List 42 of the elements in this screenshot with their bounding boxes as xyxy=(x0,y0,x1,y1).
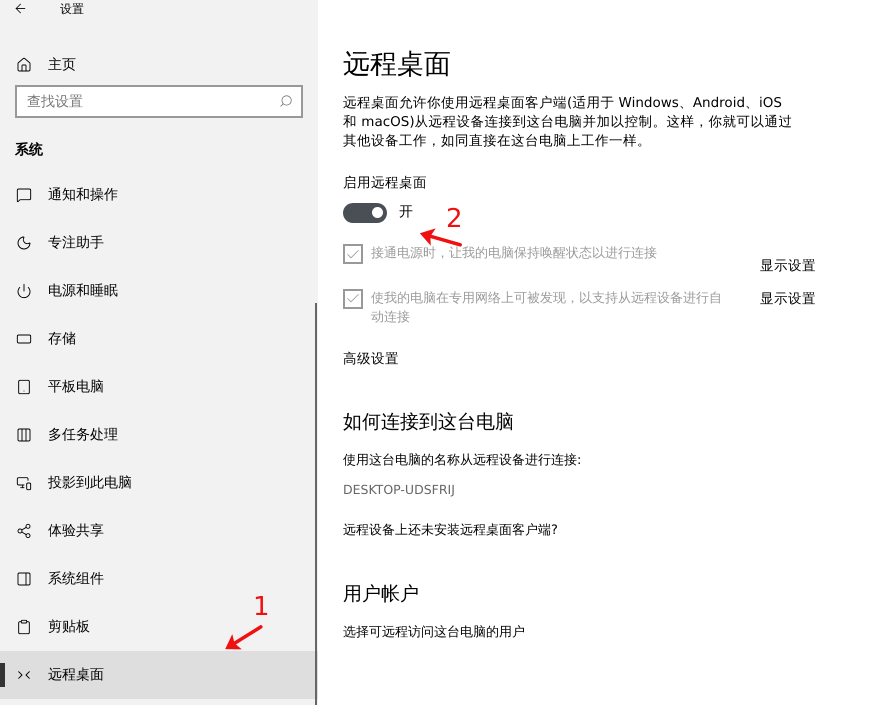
sidebar-item[interactable]: 电源和睡眠 xyxy=(0,267,318,315)
message-icon xyxy=(16,187,32,203)
page-title: 远程桌面 xyxy=(343,48,452,82)
sidebar-item[interactable]: 投影到此电脑 xyxy=(0,459,318,507)
columns-icon xyxy=(16,427,32,443)
sidebar-item[interactable]: 存储 xyxy=(0,315,318,363)
toggle-label: 启用远程桌面 xyxy=(343,174,428,193)
computer-name: DESKTOP-UDSFRIJ xyxy=(343,481,456,500)
annotation-number: 2 xyxy=(446,204,463,234)
share-icon xyxy=(16,523,32,539)
sidebar-item[interactable]: 体验共享 xyxy=(0,507,318,555)
sidebar-item[interactable]: 多任务处理 xyxy=(0,411,318,459)
panel-icon xyxy=(16,571,32,587)
scrollbar[interactable] xyxy=(315,303,317,705)
checkbox-label: 接通电源时，让我的电脑保持唤醒状态以进行连接 xyxy=(371,245,658,264)
advanced-settings-link[interactable]: 高级设置 xyxy=(343,348,399,369)
tablet-icon xyxy=(16,379,32,395)
section-heading: 如何连接到这台电脑 xyxy=(343,410,515,435)
clipboard-icon xyxy=(16,619,32,635)
window-title: 设置 xyxy=(60,0,84,18)
home-icon xyxy=(16,57,32,73)
power-icon xyxy=(16,283,32,299)
info-text: 使用这台电脑的名称从远程设备进行连接: xyxy=(343,452,582,470)
description: 远程桌面允许你使用远程桌面客户端(适用于 Windows、Android、iOS 和 macOS)从远程设备连接到这台电脑并加以控制。这样，你就可以通过其他设备工作，如同直接在这台电脑上工作一样。 xyxy=(343,94,794,151)
help-link[interactable]: 选择可远程访问这台电脑的用户 xyxy=(343,622,525,642)
checkbox-label: 使我的电脑在专用网络上可被发现，以支持从远程设备进行自动连接 xyxy=(371,290,723,326)
toggle-state: 开 xyxy=(399,203,413,222)
search-icon xyxy=(279,94,293,108)
sidebar-item[interactable]: 平板电脑 xyxy=(0,363,318,411)
section-heading: 用户帐户 xyxy=(343,582,420,606)
toggle-switch[interactable] xyxy=(343,202,387,223)
selection-indicator xyxy=(0,663,5,687)
section-heading: 系统 xyxy=(15,141,44,160)
home-link[interactable]: 主页 xyxy=(0,55,318,75)
sidebar-item[interactable]: 远程桌面 xyxy=(0,651,318,699)
moon-icon xyxy=(16,235,32,251)
sidebar-item[interactable]: 专注助手 xyxy=(0,219,318,267)
annotation-number: 1 xyxy=(253,592,270,622)
search-field[interactable]: 查找设置 xyxy=(15,85,303,118)
monitor-icon xyxy=(16,475,32,491)
sidebar-item[interactable]: 通知和操作 xyxy=(0,171,318,219)
help-link[interactable]: 远程设备上还未安装远程桌面客户端? xyxy=(343,521,558,540)
